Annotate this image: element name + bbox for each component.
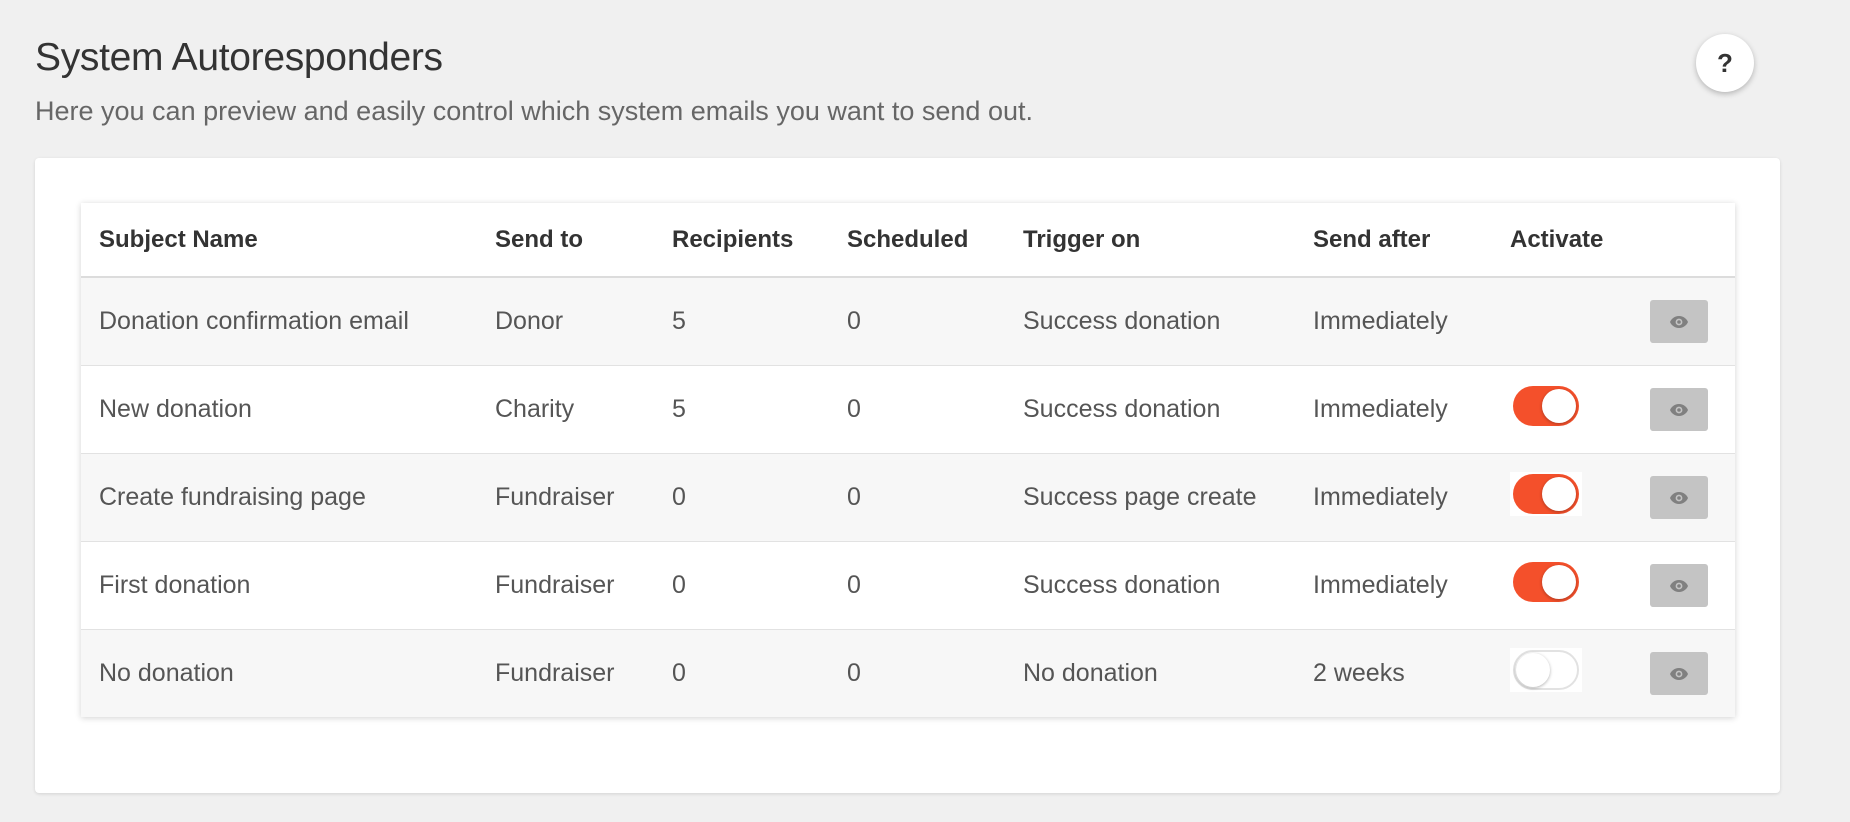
- table-row: No donation Fundraiser 0 0 No donation 2 week…: [81, 629, 1735, 717]
- cell-trigger-on: Success donation: [1005, 365, 1295, 454]
- cell-send-to: Fundraiser: [477, 453, 654, 542]
- cell-preview: [1625, 541, 1735, 630]
- toggle-knob: [1542, 565, 1576, 599]
- autoresponders-table-wrapper: Subject Name Send to Recipients Schedule…: [81, 203, 1735, 717]
- cell-scheduled: 0: [829, 541, 1005, 630]
- table-header-row: Subject Name Send to Recipients Schedule…: [81, 203, 1735, 278]
- cell-subject-name: Donation confirmation email: [81, 277, 477, 366]
- autoresponders-table: Subject Name Send to Recipients Schedule…: [81, 203, 1735, 717]
- table-row: Donation confirmation email Donor 5 0 Succes…: [81, 277, 1735, 366]
- activate-toggle[interactable]: [1513, 474, 1579, 514]
- eye-icon: [1669, 403, 1689, 417]
- cell-trigger-on: Success donation: [1005, 541, 1295, 630]
- toggle-frame: [1510, 648, 1582, 692]
- cell-subject-name: Create fundraising page: [81, 453, 477, 542]
- cell-trigger-on: No donation: [1005, 629, 1295, 717]
- cell-recipients: 0: [654, 629, 829, 717]
- cell-recipients: 0: [654, 453, 829, 542]
- eye-icon: [1669, 491, 1689, 505]
- cell-send-to: Donor: [477, 277, 654, 366]
- activate-toggle[interactable]: [1513, 562, 1579, 602]
- column-header-recipients: Recipients: [654, 203, 829, 278]
- column-header-send-after: Send after: [1295, 203, 1492, 278]
- cell-preview: [1625, 277, 1735, 366]
- column-header-scheduled: Scheduled: [829, 203, 1005, 278]
- cell-preview: [1625, 453, 1735, 542]
- cell-recipients: 5: [654, 365, 829, 454]
- cell-trigger-on: Success page create: [1005, 453, 1295, 542]
- preview-button[interactable]: [1650, 564, 1708, 607]
- cell-send-to: Fundraiser: [477, 541, 654, 630]
- activate-toggle[interactable]: [1513, 386, 1579, 426]
- cell-send-to: Fundraiser: [477, 629, 654, 717]
- cell-scheduled: 0: [829, 277, 1005, 366]
- cell-send-to: Charity: [477, 365, 654, 454]
- cell-activate: [1492, 629, 1625, 717]
- cell-subject-name: First donation: [81, 541, 477, 630]
- eye-icon: [1669, 315, 1689, 329]
- cell-send-after: 2 weeks: [1295, 629, 1492, 717]
- autoresponders-card: Subject Name Send to Recipients Schedule…: [35, 158, 1780, 793]
- cell-preview: [1625, 365, 1735, 454]
- cell-recipients: 5: [654, 277, 829, 366]
- page-subtitle: Here you can preview and easily control …: [35, 96, 1033, 126]
- cell-subject-name: New donation: [81, 365, 477, 454]
- toggle-frame: [1510, 560, 1582, 604]
- cell-activate: [1492, 453, 1625, 542]
- cell-send-after: Immediately: [1295, 541, 1492, 630]
- column-header-preview: [1625, 203, 1735, 278]
- cell-scheduled: 0: [829, 365, 1005, 454]
- eye-icon: [1669, 667, 1689, 681]
- cell-send-after: Immediately: [1295, 365, 1492, 454]
- toggle-knob: [1542, 477, 1576, 511]
- toggle-frame: [1510, 384, 1582, 428]
- toggle-knob: [1542, 389, 1576, 423]
- cell-subject-name: No donation: [81, 629, 477, 717]
- activate-toggle[interactable]: [1513, 650, 1579, 690]
- preview-button[interactable]: [1650, 476, 1708, 519]
- cell-trigger-on: Success donation: [1005, 277, 1295, 366]
- cell-send-after: Immediately: [1295, 453, 1492, 542]
- preview-button[interactable]: [1650, 388, 1708, 431]
- table-row: New donation Charity 5 0 Success donation Imm…: [81, 365, 1735, 454]
- cell-activate: [1492, 365, 1625, 454]
- eye-icon: [1669, 579, 1689, 593]
- preview-button[interactable]: [1650, 652, 1708, 695]
- toggle-frame: [1510, 472, 1582, 516]
- page-title: System Autoresponders: [35, 36, 443, 79]
- preview-button[interactable]: [1650, 300, 1708, 343]
- column-header-send-to: Send to: [477, 203, 654, 278]
- cell-scheduled: 0: [829, 629, 1005, 717]
- cell-scheduled: 0: [829, 453, 1005, 542]
- column-header-trigger-on: Trigger on: [1005, 203, 1295, 278]
- cell-activate: [1492, 541, 1625, 630]
- cell-send-after: Immediately: [1295, 277, 1492, 366]
- table-row: First donation Fundraiser 0 0 Success donati…: [81, 541, 1735, 630]
- column-header-subject-name: Subject Name: [81, 203, 477, 278]
- help-button[interactable]: ?: [1696, 34, 1754, 92]
- cell-preview: [1625, 629, 1735, 717]
- question-icon: ?: [1717, 47, 1733, 78]
- cell-activate: [1492, 277, 1625, 366]
- cell-recipients: 0: [654, 541, 829, 630]
- column-header-activate: Activate: [1492, 203, 1625, 278]
- table-row: Create fundraising page Fundraiser 0 0 Succe…: [81, 453, 1735, 542]
- toggle-knob: [1516, 653, 1550, 687]
